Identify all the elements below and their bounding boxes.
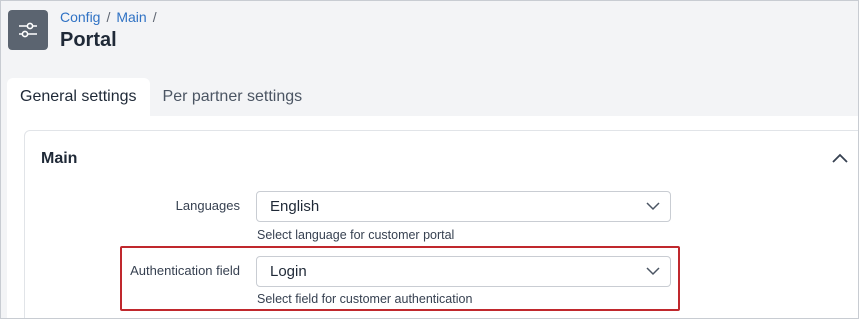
- breadcrumb-main-link[interactable]: Main: [116, 9, 146, 25]
- languages-select[interactable]: English: [256, 191, 671, 222]
- languages-help-text: Select language for customer portal: [257, 228, 455, 242]
- page-title: Portal: [60, 29, 117, 51]
- tab-per-partner-settings[interactable]: Per partner settings: [150, 78, 316, 116]
- breadcrumb-separator: /: [152, 9, 157, 25]
- authentication-select-value: Login: [270, 263, 307, 280]
- languages-label: Languages: [175, 198, 240, 213]
- breadcrumb-separator: /: [106, 9, 111, 25]
- breadcrumb-config-link[interactable]: Config: [60, 9, 100, 25]
- languages-select-value: English: [270, 198, 320, 215]
- tab-general-settings[interactable]: General settings: [7, 78, 150, 116]
- portal-config-window: Config / Main / Portal General settings …: [0, 0, 859, 319]
- main-section-card: Main: [24, 130, 858, 318]
- authentication-field-select[interactable]: Login: [256, 256, 671, 287]
- sliders-icon: [8, 10, 48, 50]
- chevron-down-icon: [646, 202, 660, 211]
- settings-tabs: General settings Per partner settings: [7, 78, 315, 116]
- authentication-help-text: Select field for customer authentication: [257, 292, 473, 306]
- chevron-up-icon[interactable]: [831, 151, 849, 165]
- section-title: Main: [41, 150, 78, 167]
- breadcrumb: Config / Main /: [60, 9, 157, 25]
- chevron-down-icon: [646, 267, 660, 276]
- authentication-field-label: Authentication field: [130, 263, 240, 278]
